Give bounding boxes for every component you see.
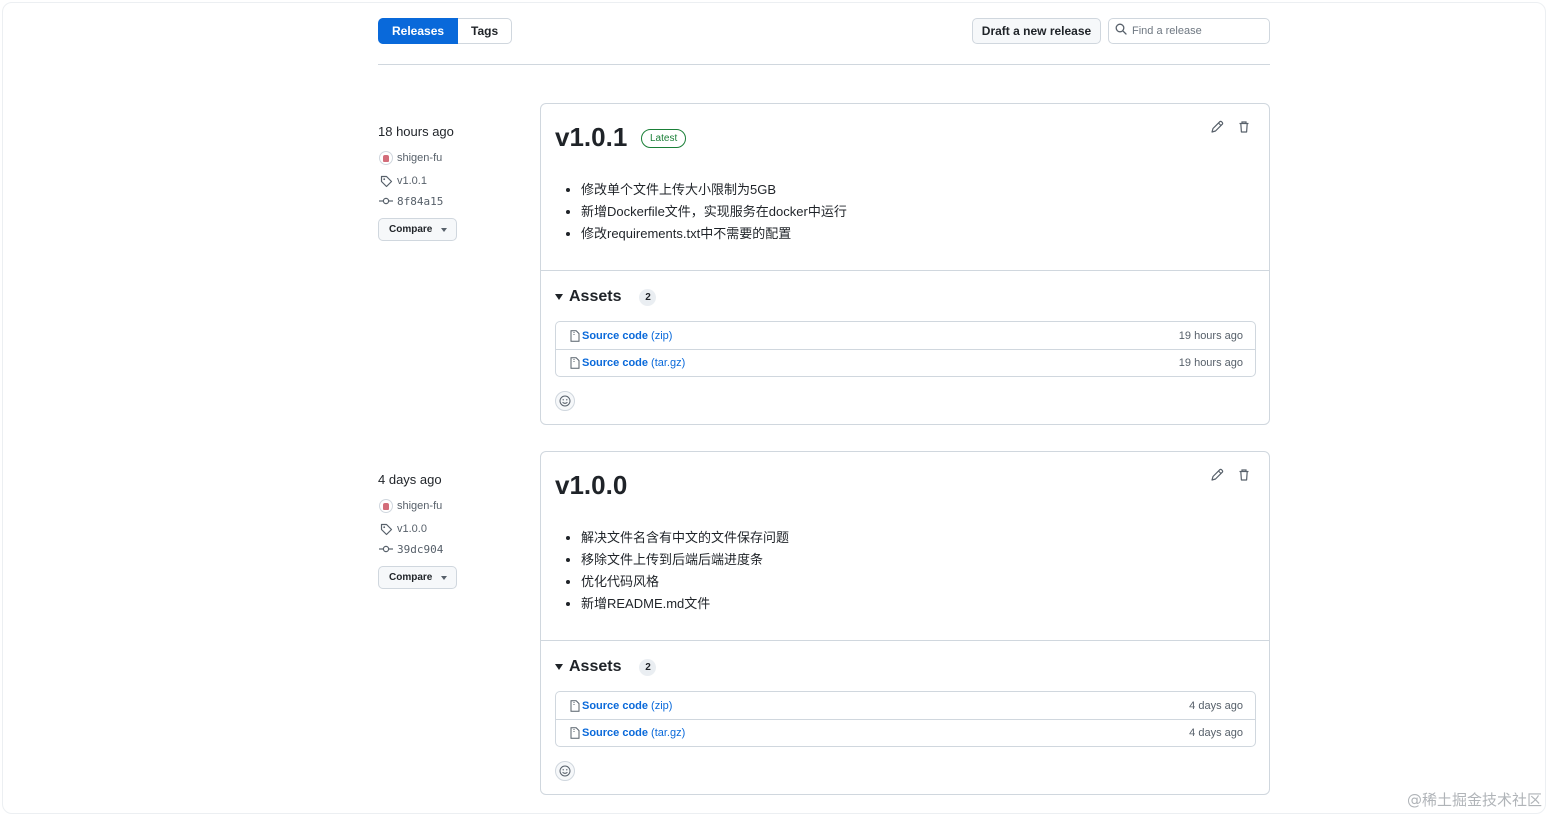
list-item: 移除文件上传到后端后端进度条 (581, 549, 789, 571)
release-actions (1210, 120, 1251, 134)
file-zip-icon (570, 699, 580, 712)
release-actions (1210, 468, 1251, 482)
release-meta: 4 days ago shigen-fu v1.0.0 39dc904 Comp… (378, 472, 528, 589)
assets-label: Assets (569, 288, 622, 305)
avatar (379, 151, 393, 165)
asset-ext[interactable]: (tar.gz) (651, 727, 685, 739)
assets-toggle[interactable]: Assets 2 (555, 658, 657, 676)
smiley-icon (559, 765, 571, 777)
release-notes: 解决文件名含有中文的文件保存问题 移除文件上传到后端后端进度条 优化代码风格 新… (581, 527, 789, 615)
trash-icon[interactable] (1237, 468, 1251, 482)
asset-time: 4 days ago (1189, 727, 1243, 739)
asset-ext[interactable]: (zip) (651, 330, 672, 342)
asset-ext[interactable]: (zip) (651, 700, 672, 712)
release-meta: 18 hours ago shigen-fu v1.0.1 8f84a15 Co… (378, 124, 528, 241)
author-name[interactable]: shigen-fu (397, 152, 442, 164)
compare-label: Compare (389, 572, 433, 583)
assets-list: Source code (zip) 4 days ago Source code… (555, 691, 1256, 747)
commit-sha[interactable]: 39dc904 (397, 543, 443, 556)
assets-count: 2 (639, 658, 657, 676)
file-zip-icon (570, 329, 580, 342)
latest-badge: Latest (641, 129, 687, 148)
pencil-icon[interactable] (1210, 468, 1224, 482)
asset-row[interactable]: Source code (tar.gz) 4 days ago (556, 719, 1255, 746)
assets-label: Assets (569, 658, 622, 675)
search-icon (1115, 22, 1127, 40)
release-search[interactable] (1108, 18, 1270, 44)
file-zip-icon (570, 727, 580, 739)
compare-label: Compare (389, 224, 433, 235)
chevron-down-icon (441, 227, 448, 232)
add-reaction-button[interactable] (555, 391, 575, 411)
pencil-icon[interactable] (1210, 120, 1224, 134)
list-item: 新增README.md文件 (581, 593, 789, 615)
release-author[interactable]: shigen-fu (378, 497, 528, 515)
release-author[interactable]: shigen-fu (378, 149, 528, 167)
draft-new-release-button[interactable]: Draft a new release (972, 18, 1101, 44)
asset-time: 19 hours ago (1178, 357, 1243, 369)
commit-sha[interactable]: 8f84a15 (397, 195, 443, 208)
list-item: 优化代码风格 (581, 571, 789, 593)
compare-button[interactable]: Compare (378, 566, 457, 589)
release-title[interactable]: v1.0.1 (555, 122, 627, 152)
tag-name[interactable]: v1.0.0 (397, 523, 427, 535)
chevron-down-icon (441, 575, 448, 580)
list-item: 新增Dockerfile文件，实现服务在docker中运行 (581, 201, 847, 223)
list-item: 修改单个文件上传大小限制为5GB (581, 179, 847, 201)
search-input[interactable] (1132, 25, 1262, 37)
release-notes: 修改单个文件上传大小限制为5GB 新增Dockerfile文件，实现服务在doc… (581, 179, 847, 245)
header-divider (378, 64, 1270, 65)
release-commit[interactable]: 8f84a15 (378, 192, 528, 210)
list-item: 修改requirements.txt中不需要的配置 (581, 223, 847, 245)
asset-ext[interactable]: (tar.gz) (651, 357, 685, 369)
asset-name[interactable]: Source code (582, 700, 648, 712)
avatar (379, 499, 393, 513)
triangle-down-icon (555, 294, 563, 300)
asset-name[interactable]: Source code (582, 330, 648, 342)
release-date: 4 days ago (378, 472, 442, 487)
asset-name[interactable]: Source code (582, 727, 648, 739)
tab-releases[interactable]: Releases (378, 18, 459, 44)
triangle-down-icon (555, 664, 563, 670)
card-divider (541, 640, 1269, 641)
card-divider (541, 270, 1269, 271)
assets-toggle[interactable]: Assets 2 (555, 288, 657, 306)
release-tag[interactable]: v1.0.0 (378, 520, 528, 538)
asset-row[interactable]: Source code (zip) 19 hours ago (556, 322, 1255, 349)
smiley-icon (559, 395, 571, 407)
commit-icon (378, 541, 394, 557)
release-tag[interactable]: v1.0.1 (378, 172, 528, 190)
release-date: 18 hours ago (378, 124, 454, 139)
watermark: @稀土掘金技术社区 (1406, 791, 1542, 809)
author-name[interactable]: shigen-fu (397, 500, 442, 512)
compare-button[interactable]: Compare (378, 218, 457, 241)
releases-tags-switch: Releases Tags (378, 18, 513, 44)
trash-icon[interactable] (1237, 120, 1251, 134)
file-zip-icon (570, 357, 580, 369)
release-card: v1.0.1 Latest 修改单个文件上传大小限制为5GB 新增Dockerf… (540, 103, 1270, 425)
release-title[interactable]: v1.0.0 (555, 470, 627, 500)
release-commit[interactable]: 39dc904 (378, 540, 528, 558)
asset-row[interactable]: Source code (zip) 4 days ago (556, 692, 1255, 719)
asset-row[interactable]: Source code (tar.gz) 19 hours ago (556, 349, 1255, 376)
asset-time: 4 days ago (1189, 699, 1243, 712)
asset-time: 19 hours ago (1178, 329, 1243, 342)
tab-tags[interactable]: Tags (458, 18, 513, 44)
release-card: v1.0.0 解决文件名含有中文的文件保存问题 移除文件上传到后端后端进度条 优… (540, 451, 1270, 795)
list-item: 解决文件名含有中文的文件保存问题 (581, 527, 789, 549)
assets-list: Source code (zip) 19 hours ago Source co… (555, 321, 1256, 377)
tag-icon (378, 521, 394, 537)
assets-count: 2 (639, 288, 657, 306)
commit-icon (378, 193, 394, 209)
asset-name[interactable]: Source code (582, 357, 648, 369)
tag-name[interactable]: v1.0.1 (397, 175, 427, 187)
tag-icon (378, 173, 394, 189)
add-reaction-button[interactable] (555, 761, 575, 781)
